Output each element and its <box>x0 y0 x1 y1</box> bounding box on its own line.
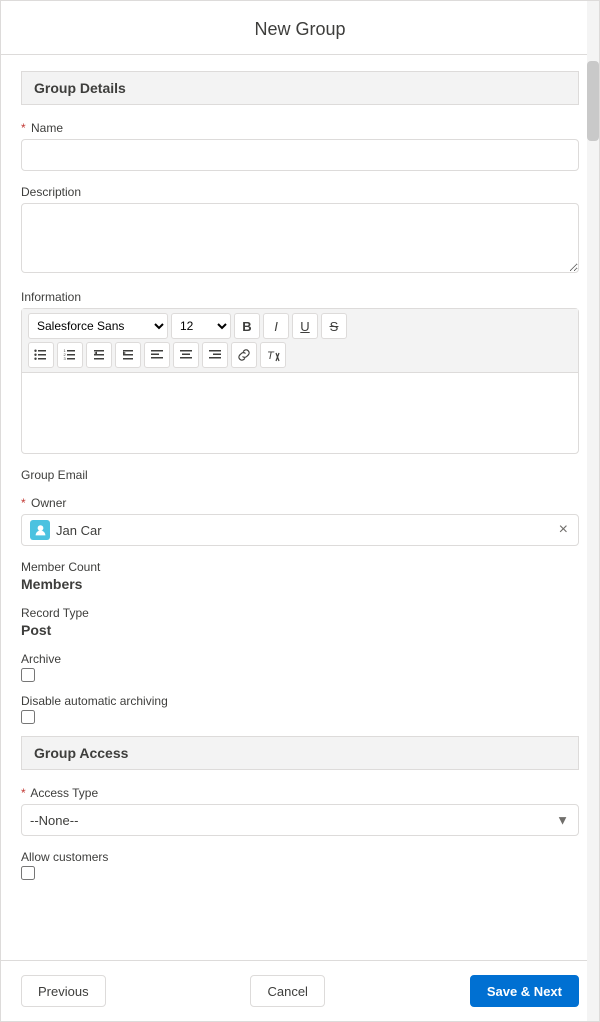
svg-text:3: 3 <box>64 356 67 361</box>
rte-toolbar-row-2: 123 <box>28 342 572 368</box>
previous-button[interactable]: Previous <box>21 975 106 1007</box>
cancel-button[interactable]: Cancel <box>250 975 324 1007</box>
required-star-name: * <box>21 121 26 135</box>
group-email-group: Group Email <box>21 468 579 482</box>
modal-footer: Previous Cancel Save & Next <box>1 960 599 1021</box>
rte-align-right-btn[interactable] <box>202 342 228 368</box>
record-type-value: Post <box>21 622 579 638</box>
modal-container: New Group Group Details * Name Descripti… <box>0 0 600 1022</box>
description-label: Description <box>21 185 579 199</box>
owner-avatar <box>30 520 50 540</box>
name-group: * Name <box>21 121 579 171</box>
information-group: Information Salesforce Sans 12 B I U <box>21 290 579 454</box>
scrollbar-track[interactable] <box>587 1 599 1021</box>
description-textarea[interactable] <box>21 203 579 273</box>
rte-link-btn[interactable] <box>231 342 257 368</box>
description-group: Description <box>21 185 579 276</box>
access-type-dropdown-wrapper: --None-- Public Private Unlisted ▼ <box>21 804 579 836</box>
rte-size-select[interactable]: 12 <box>171 313 231 339</box>
rte-toolbar-row-1: Salesforce Sans 12 B I U S <box>28 313 572 339</box>
rte-clear-format-btn[interactable]: T <box>260 342 286 368</box>
owner-label: * Owner <box>21 496 579 510</box>
archive-checkbox[interactable] <box>21 668 35 682</box>
scrollbar-thumb[interactable] <box>587 61 599 141</box>
record-type-group: Record Type Post <box>21 606 579 638</box>
required-star-access: * <box>21 786 26 800</box>
name-input[interactable] <box>21 139 579 171</box>
owner-input-wrapper[interactable]: Jan Car × <box>21 514 579 546</box>
rte-content-area[interactable] <box>22 373 578 453</box>
rte-toolbar: Salesforce Sans 12 B I U S <box>22 309 578 373</box>
allow-customers-label: Allow customers <box>21 850 579 864</box>
svg-text:T: T <box>267 350 275 362</box>
rte-increase-indent-btn[interactable] <box>115 342 141 368</box>
member-count-label: Member Count <box>21 560 579 574</box>
rte-align-left-btn[interactable] <box>144 342 170 368</box>
allow-customers-checkbox[interactable] <box>21 866 35 880</box>
rich-text-editor: Salesforce Sans 12 B I U S <box>21 308 579 454</box>
rte-strikethrough-btn[interactable]: S <box>321 313 347 339</box>
archive-label: Archive <box>21 652 579 666</box>
owner-name: Jan Car <box>56 523 557 538</box>
archive-group: Archive <box>21 652 579 682</box>
required-star-owner: * <box>21 496 26 510</box>
access-type-select[interactable]: --None-- Public Private Unlisted <box>21 804 579 836</box>
modal-header: New Group <box>1 1 599 55</box>
section-group-details: Group Details <box>21 71 579 105</box>
record-type-label: Record Type <box>21 606 579 620</box>
member-count-value: Members <box>21 576 579 592</box>
disable-archiving-checkbox[interactable] <box>21 710 35 724</box>
access-type-group: * Access Type --None-- Public Private Un… <box>21 786 579 836</box>
rte-italic-btn[interactable]: I <box>263 313 289 339</box>
rte-decrease-indent-btn[interactable] <box>86 342 112 368</box>
disable-archiving-label: Disable automatic archiving <box>21 694 579 708</box>
member-count-group: Member Count Members <box>21 560 579 592</box>
modal-title: New Group <box>254 19 345 39</box>
allow-customers-group: Allow customers <box>21 850 579 880</box>
section-group-access: Group Access <box>21 736 579 770</box>
rte-font-select[interactable]: Salesforce Sans <box>28 313 168 339</box>
save-next-button[interactable]: Save & Next <box>470 975 579 1007</box>
disable-archiving-group: Disable automatic archiving <box>21 694 579 724</box>
rte-ul-btn[interactable] <box>28 342 54 368</box>
information-label: Information <box>21 290 579 304</box>
modal-body: Group Details * Name Description Informa… <box>1 55 599 960</box>
access-type-label: * Access Type <box>21 786 579 800</box>
group-email-label: Group Email <box>21 468 579 482</box>
rte-bold-btn[interactable]: B <box>234 313 260 339</box>
rte-underline-btn[interactable]: U <box>292 313 318 339</box>
rte-ol-btn[interactable]: 123 <box>57 342 83 368</box>
rte-align-center-btn[interactable] <box>173 342 199 368</box>
owner-clear-btn[interactable]: × <box>557 520 570 540</box>
name-label: * Name <box>21 121 579 135</box>
owner-group: * Owner Jan Car × <box>21 496 579 546</box>
